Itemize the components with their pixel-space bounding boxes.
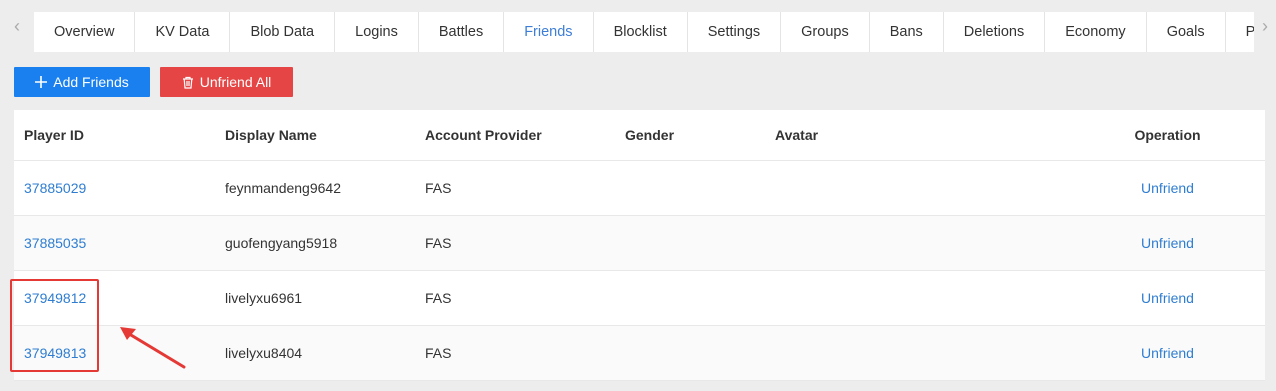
header-account-provider: Account Provider: [425, 127, 542, 143]
tab-kv-data[interactable]: KV Data: [135, 12, 231, 52]
player-id-link[interactable]: 37949813: [14, 345, 215, 361]
unfriend-all-button[interactable]: Unfriend All: [160, 67, 293, 97]
player-id-link[interactable]: 37885035: [14, 235, 215, 251]
scroll-left-icon[interactable]: ‹: [0, 0, 34, 52]
tab-partial[interactable]: P: [1225, 12, 1254, 52]
table-row: 37949813 livelyxu8404 FAS Unfriend: [14, 326, 1265, 381]
display-name: livelyxu8404: [225, 345, 303, 361]
trash-icon: [182, 76, 194, 89]
display-name: livelyxu6961: [225, 290, 303, 306]
tab-friends[interactable]: Friends: [504, 12, 594, 52]
friends-table: Player ID Display Name Account Provider …: [14, 110, 1265, 381]
tab-bans[interactable]: Bans: [869, 12, 944, 52]
toolbar: Add Friends Unfriend All: [14, 67, 293, 97]
tab-bar: ‹ Overview KV Data Blob Data Logins Batt…: [0, 0, 1276, 52]
tab-economy[interactable]: Economy: [1045, 12, 1147, 52]
table-row: 37949812 livelyxu6961 FAS Unfriend: [14, 271, 1265, 326]
header-display-name: Display Name: [225, 127, 317, 143]
player-id-link[interactable]: 37885029: [14, 180, 215, 196]
tab-blob-data[interactable]: Blob Data: [230, 12, 336, 52]
account-provider: FAS: [425, 345, 452, 361]
account-provider: FAS: [425, 290, 452, 306]
tab-blocklist[interactable]: Blocklist: [593, 12, 688, 52]
plus-icon: [35, 76, 48, 88]
tab-overview[interactable]: Overview: [34, 12, 136, 52]
account-provider: FAS: [425, 180, 452, 196]
add-friends-label: Add Friends: [53, 74, 129, 90]
display-name: feynmandeng9642: [225, 180, 341, 196]
unfriend-link[interactable]: Unfriend: [1122, 235, 1265, 251]
table-header: Player ID Display Name Account Provider …: [14, 110, 1265, 161]
unfriend-link[interactable]: Unfriend: [1122, 345, 1265, 361]
add-friends-button[interactable]: Add Friends: [14, 67, 150, 97]
tab-groups[interactable]: Groups: [781, 12, 870, 52]
table-row: 37885035 guofengyang5918 FAS Unfriend: [14, 216, 1265, 271]
header-gender: Gender: [625, 127, 675, 143]
display-name: guofengyang5918: [225, 235, 338, 251]
table-row: 37885029 feynmandeng9642 FAS Unfriend: [14, 161, 1265, 216]
player-id-link[interactable]: 37949812: [14, 290, 215, 306]
header-player-id: Player ID: [24, 127, 84, 143]
tab-logins[interactable]: Logins: [335, 12, 419, 52]
header-operation: Operation: [1134, 127, 1201, 143]
tab-settings[interactable]: Settings: [687, 12, 782, 52]
unfriend-link[interactable]: Unfriend: [1122, 290, 1265, 306]
header-avatar: Avatar: [775, 127, 819, 143]
unfriend-link[interactable]: Unfriend: [1122, 180, 1265, 196]
unfriend-all-label: Unfriend All: [199, 74, 272, 90]
scroll-right-icon[interactable]: ›: [1254, 0, 1276, 52]
tab-deletions[interactable]: Deletions: [943, 12, 1046, 52]
tab-goals[interactable]: Goals: [1146, 12, 1226, 52]
account-provider: FAS: [425, 235, 452, 251]
tab-list: Overview KV Data Blob Data Logins Battle…: [34, 0, 1254, 52]
tab-battles[interactable]: Battles: [418, 12, 505, 52]
